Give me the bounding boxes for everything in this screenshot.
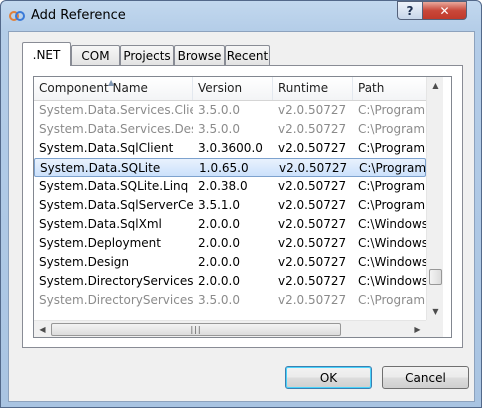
cell-version: 3.5.0.0 [198,122,240,136]
ok-button[interactable]: OK [285,366,372,389]
table-row-selected[interactable]: System.Data.SQLite 1.0.65.0 v2.0.50727 C:\P… [34,158,426,177]
cell-path: C:\Windows\ [358,274,426,288]
close-button[interactable]: ✕ [422,1,467,20]
table-row[interactable]: System.Data.SqlXml 2.0.0.0 v2.0.50727 C:\Wi… [34,215,426,234]
table-row[interactable]: System.DirectoryServices 2.0.0.0 v2.0.5072… [34,272,426,291]
cancel-button[interactable]: Cancel [382,366,469,389]
cell-name: System.Design [39,255,129,269]
cell-version: 3.5.1.0 [198,198,240,212]
window-title: Add Reference [31,8,126,23]
cell-name: System.Data.SQLite [40,161,161,175]
cell-runtime: v2.0.50727 [278,141,347,155]
cell-path: C:\Program [359,161,427,175]
cell-runtime: v2.0.50727 [278,217,347,231]
component-list[interactable]: Component Name ▲ Version Runtime Path Sy… [33,76,452,338]
scrollbar-corner [426,320,443,337]
cell-version: 3.5.0.0 [198,293,240,307]
column-header-path[interactable]: Path [353,77,426,100]
sort-ascending-icon: ▲ [108,78,115,87]
table-row[interactable]: System.Data.SqlClient 3.0.3600.0 v2.0.5072… [34,139,426,158]
cell-name: System.Data.SqlServerCe [39,198,193,212]
column-label: Component Name [39,81,148,95]
cell-runtime: v2.0.50727 [278,293,347,307]
cell-runtime: v2.0.50727 [278,198,347,212]
horizontal-scrollbar[interactable]: ◀ ||| ▶ [34,320,426,337]
cell-path: C:\Windows\ [358,255,426,269]
cell-path: C:\Program [358,179,426,193]
cell-runtime: v2.0.50727 [278,122,347,136]
cell-name: System.Data.SQLite.Linq [39,179,189,193]
cell-path: C:\Windows\ [358,217,426,231]
table-row[interactable]: System.Deployment 2.0.0.0 v2.0.50727 C:\Win… [34,234,426,253]
cell-path: C:\Program [358,141,426,155]
cell-version: 2.0.38.0 [198,179,248,193]
cell-runtime: v2.0.50727 [278,179,347,193]
table-row[interactable]: System.DirectoryServices.... 3.5.0.0 v2.0.… [34,291,426,310]
cell-name: System.Deployment [39,236,161,250]
table-row[interactable]: System.Data.Services.Client 3.5.0.0 v2.0.5… [34,101,426,120]
table-row[interactable]: System.Data.SqlServerCe 3.5.1.0 v2.0.50727… [34,196,426,215]
cell-name: System.Data.Services.Client [39,103,193,117]
vertical-scrollbar[interactable]: ▲ ▼ [426,77,443,320]
tab-page-dotnet: Component Name ▲ Version Runtime Path Sy… [22,65,463,348]
tab-recent[interactable]: Recent [225,45,270,65]
cell-version: 2.0.0.0 [198,217,240,231]
tab-com[interactable]: COM [71,45,120,65]
cell-path: C:\Windows\ [358,236,426,250]
cell-name: System.DirectoryServices.... [39,293,193,307]
horizontal-scroll-thumb[interactable]: ||| [51,323,341,336]
cell-version: 3.5.0.0 [198,103,240,117]
table-row[interactable]: System.Design 2.0.0.0 v2.0.50727 C:\Windows… [34,253,426,272]
table-row[interactable]: System.Data.SQLite.Linq 2.0.38.0 v2.0.5072… [34,177,426,196]
table-row[interactable]: System.Data.Services.Design 3.5.0.0 v2.0.5… [34,120,426,139]
cell-runtime: v2.0.50727 [279,161,348,175]
cell-path: C:\Program [358,122,426,136]
cell-name: System.Data.Services.Design [39,122,193,136]
scroll-down-icon[interactable]: ▼ [427,303,444,320]
cell-version: 3.0.3600.0 [198,141,263,155]
tab-dotnet[interactable]: .NET [22,42,71,66]
cell-path: C:\Program [358,103,426,117]
cell-runtime: v2.0.50727 [278,274,347,288]
title-bar[interactable]: Add Reference ? ✕ [1,1,481,31]
cell-name: System.Data.SqlXml [39,217,162,231]
add-reference-dialog: Add Reference ? ✕ .NET COM Projects Brow… [0,0,482,408]
cell-path: C:\Program [358,198,426,212]
cell-version: 2.0.0.0 [198,255,240,269]
cell-version: 2.0.0.0 [198,274,240,288]
cell-version: 2.0.0.0 [198,236,240,250]
cell-runtime: v2.0.50727 [278,236,347,250]
help-button[interactable]: ? [397,1,423,20]
cell-version: 1.0.65.0 [199,161,249,175]
tab-browse[interactable]: Browse [174,45,225,65]
scroll-up-icon[interactable]: ▲ [427,77,444,94]
cell-runtime: v2.0.50727 [278,103,347,117]
cell-name: System.DirectoryServices [39,274,193,288]
column-header-version[interactable]: Version [193,77,273,100]
cell-name: System.Data.SqlClient [39,141,174,155]
add-reference-icon [9,11,25,21]
scroll-right-icon[interactable]: ▶ [409,321,426,337]
cell-runtime: v2.0.50727 [278,255,347,269]
vertical-scroll-thumb[interactable] [429,269,442,285]
list-header: Component Name ▲ Version Runtime Path [34,77,426,101]
tab-projects[interactable]: Projects [120,45,174,65]
dialog-client-area: .NET COM Projects Browse Recent Componen… [8,31,475,402]
column-header-runtime[interactable]: Runtime [273,77,353,100]
scroll-left-icon[interactable]: ◀ [34,321,51,337]
cell-path: C:\Program [358,293,426,307]
